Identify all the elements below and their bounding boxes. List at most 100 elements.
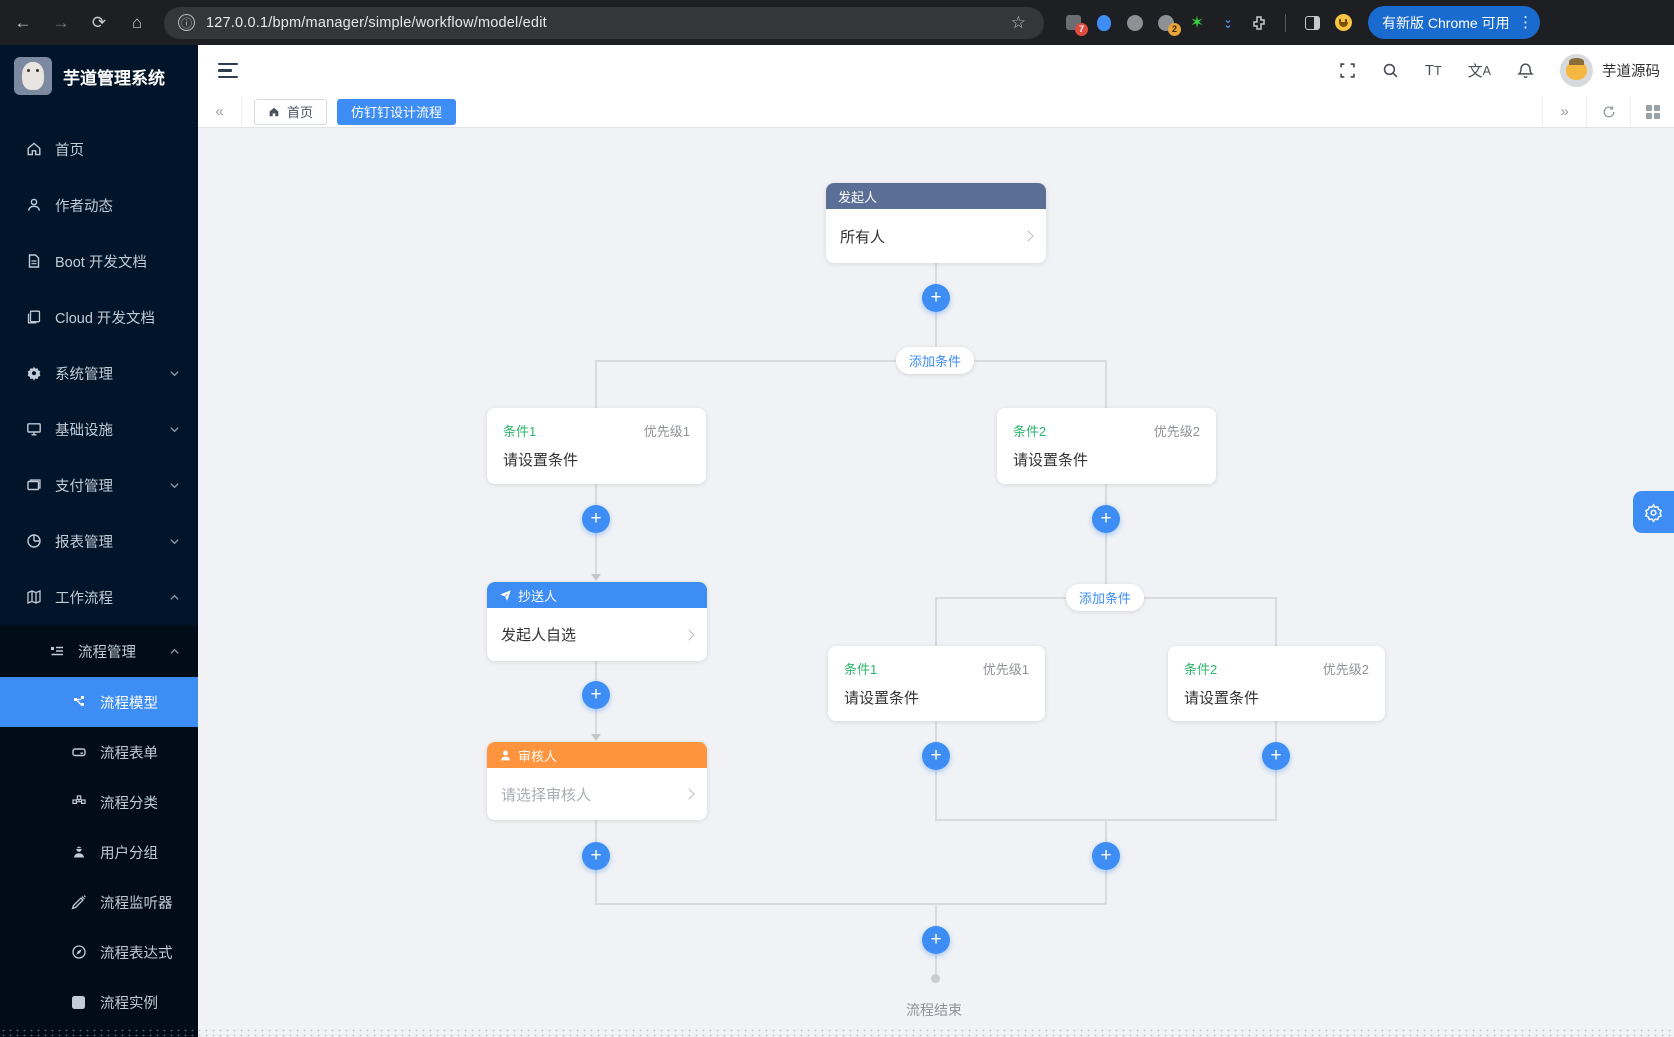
- sidebar-item-process-form[interactable]: 流程表单: [0, 727, 198, 777]
- add-node-button[interactable]: +: [1092, 505, 1120, 533]
- sidebar-item-user-group[interactable]: 用户分组: [0, 827, 198, 877]
- header-bar: TT 文A 芋道源码: [198, 45, 1674, 96]
- sidebar-item-process-model[interactable]: 流程模型: [0, 677, 198, 727]
- back-icon[interactable]: ←: [8, 8, 38, 38]
- tabs-area: 首页 仿钉钉设计流程: [242, 96, 1542, 127]
- wallet-icon: [25, 477, 42, 494]
- address-bar[interactable]: ⓘ 127.0.0.1/bpm/manager/simple/workflow/…: [164, 7, 1044, 39]
- sidebar-item-boot-docs[interactable]: Boot 开发文档: [0, 233, 198, 289]
- sidebar-item-payment[interactable]: 支付管理: [0, 457, 198, 513]
- end-dot: [931, 974, 940, 983]
- translate-icon[interactable]: 文A: [1468, 60, 1491, 81]
- documents-copy-icon: [25, 309, 42, 326]
- condition-value: 请设置条件: [503, 449, 690, 470]
- node-start[interactable]: 发起人 所有人: [826, 183, 1046, 263]
- node-value: 所有人: [840, 226, 885, 247]
- add-node-button[interactable]: +: [1262, 742, 1290, 770]
- tabs-scroll-left-icon[interactable]: «: [198, 96, 242, 127]
- sidebar-item-infra[interactable]: 基础设施: [0, 401, 198, 457]
- sidebar-item-cloud-docs[interactable]: Cloud 开发文档: [0, 289, 198, 345]
- extension-badge-2: 2: [1168, 23, 1181, 36]
- sidebar-item-label: 支付管理: [55, 475, 113, 496]
- node-cc[interactable]: 抄送人 发起人自选: [487, 582, 707, 661]
- sidebar-item-label: 首页: [55, 139, 84, 160]
- sidebar-item-process-instance[interactable]: 流程实例: [0, 977, 198, 1027]
- node-title: 审核人: [518, 746, 557, 765]
- workflow-canvas[interactable]: 发起人 所有人 + 添加条件 条件1 优先级1 请设置条件 条件2 优先级2 请…: [198, 128, 1674, 1037]
- extension-icon-3[interactable]: [1126, 14, 1144, 32]
- sidebar-item-process-listener[interactable]: 流程监听器: [0, 877, 198, 927]
- sidebar-item-workflow[interactable]: 工作流程: [0, 569, 198, 625]
- tabs-menu-grid-icon[interactable]: [1630, 96, 1674, 127]
- add-node-button[interactable]: +: [582, 505, 610, 533]
- extension-icon-5[interactable]: ✶: [1188, 14, 1206, 32]
- home-icon[interactable]: ⌂: [122, 8, 152, 38]
- search-icon[interactable]: [1382, 62, 1399, 79]
- sidebar-item-process-expression[interactable]: 流程表达式: [0, 927, 198, 977]
- drive-icon: [70, 744, 87, 761]
- add-node-button[interactable]: +: [1092, 842, 1120, 870]
- designer-settings-button[interactable]: [1633, 491, 1674, 533]
- chevron-down-icon: [169, 424, 180, 435]
- node-approver[interactable]: 审核人 请选择审核人: [487, 742, 707, 820]
- connector: [935, 721, 937, 820]
- add-node-button[interactable]: +: [582, 842, 610, 870]
- extensions-puzzle-icon[interactable]: [1250, 14, 1268, 32]
- chevron-down-icon: [169, 368, 180, 379]
- sidebar-item-label: 工作流程: [55, 587, 113, 608]
- sidebar-item-label: Cloud 开发文档: [55, 307, 155, 328]
- chevron-down-icon: [169, 480, 180, 491]
- sidebar-item-system[interactable]: 系统管理: [0, 345, 198, 401]
- condition-priority: 优先级1: [644, 421, 690, 440]
- tabs-refresh-icon[interactable]: [1586, 96, 1630, 127]
- user-menu[interactable]: 芋道源码: [1560, 54, 1660, 87]
- chrome-update-button[interactable]: 有新版 Chrome 可用 ⋮: [1368, 6, 1540, 39]
- font-size-icon[interactable]: TT: [1425, 62, 1442, 79]
- profile-avatar-icon[interactable]: [1334, 14, 1352, 32]
- chevron-up-icon: [169, 592, 180, 603]
- collapse-menu-icon[interactable]: [218, 59, 238, 83]
- tab-label: 仿钉钉设计流程: [351, 102, 442, 121]
- arrow-down-icon: [591, 734, 601, 741]
- side-panel-icon[interactable]: [1303, 14, 1321, 32]
- node-title: 发起人: [838, 187, 877, 206]
- gear-icon: [1644, 503, 1663, 522]
- user-icon: [25, 197, 42, 214]
- add-node-button[interactable]: +: [922, 926, 950, 954]
- fullscreen-icon[interactable]: [1339, 62, 1356, 79]
- toolbar-divider: [1285, 14, 1286, 32]
- bookmark-star-icon[interactable]: ☆: [1011, 13, 1030, 33]
- refresh-icon[interactable]: ⟳: [84, 8, 114, 38]
- sidebar-item-author[interactable]: 作者动态: [0, 177, 198, 233]
- sidebar-item-process-mgmt[interactable]: 流程管理: [0, 625, 198, 677]
- extension-icon-6[interactable]: ⌄⌄: [1219, 14, 1237, 32]
- user-icon: [499, 749, 512, 762]
- app-logo-row[interactable]: 芋道管理系统: [0, 45, 198, 107]
- sidebar-item-report[interactable]: 报表管理: [0, 513, 198, 569]
- nested-condition-node-1[interactable]: 条件1 优先级1 请设置条件: [828, 646, 1045, 721]
- sidebar-item-home[interactable]: 首页: [0, 121, 198, 177]
- tab-workflow-designer[interactable]: 仿钉钉设计流程: [337, 99, 456, 125]
- tabs-scroll-right-icon[interactable]: »: [1542, 96, 1586, 127]
- browser-menu-icon[interactable]: ⋮: [1518, 20, 1534, 25]
- add-node-button[interactable]: +: [922, 742, 950, 770]
- condition-node-2[interactable]: 条件2 优先级2 请设置条件: [997, 408, 1216, 484]
- url-text[interactable]: 127.0.0.1/bpm/manager/simple/workflow/mo…: [206, 15, 547, 31]
- extension-icon-2[interactable]: [1095, 14, 1113, 32]
- condition-node-1[interactable]: 条件1 优先级1 请设置条件: [487, 408, 706, 484]
- site-info-icon[interactable]: ⓘ: [178, 14, 195, 31]
- pie-chart-icon: [25, 533, 42, 550]
- add-node-button[interactable]: +: [922, 284, 950, 312]
- nested-condition-node-2[interactable]: 条件2 优先级2 请设置条件: [1168, 646, 1385, 721]
- sidebar-item-process-category[interactable]: 流程分类: [0, 777, 198, 827]
- add-node-button[interactable]: +: [582, 681, 610, 709]
- extension-icon-1[interactable]: 7: [1064, 14, 1082, 32]
- notification-bell-icon[interactable]: [1517, 62, 1534, 79]
- connector: [935, 597, 937, 646]
- tab-home[interactable]: 首页: [254, 99, 327, 125]
- add-condition-button[interactable]: 添加条件: [896, 347, 974, 374]
- add-condition-button-nested[interactable]: 添加条件: [1066, 584, 1144, 611]
- sidebar-item-label: 流程分类: [100, 792, 158, 813]
- extension-icon-4[interactable]: 2: [1157, 14, 1175, 32]
- forward-icon[interactable]: →: [46, 8, 76, 38]
